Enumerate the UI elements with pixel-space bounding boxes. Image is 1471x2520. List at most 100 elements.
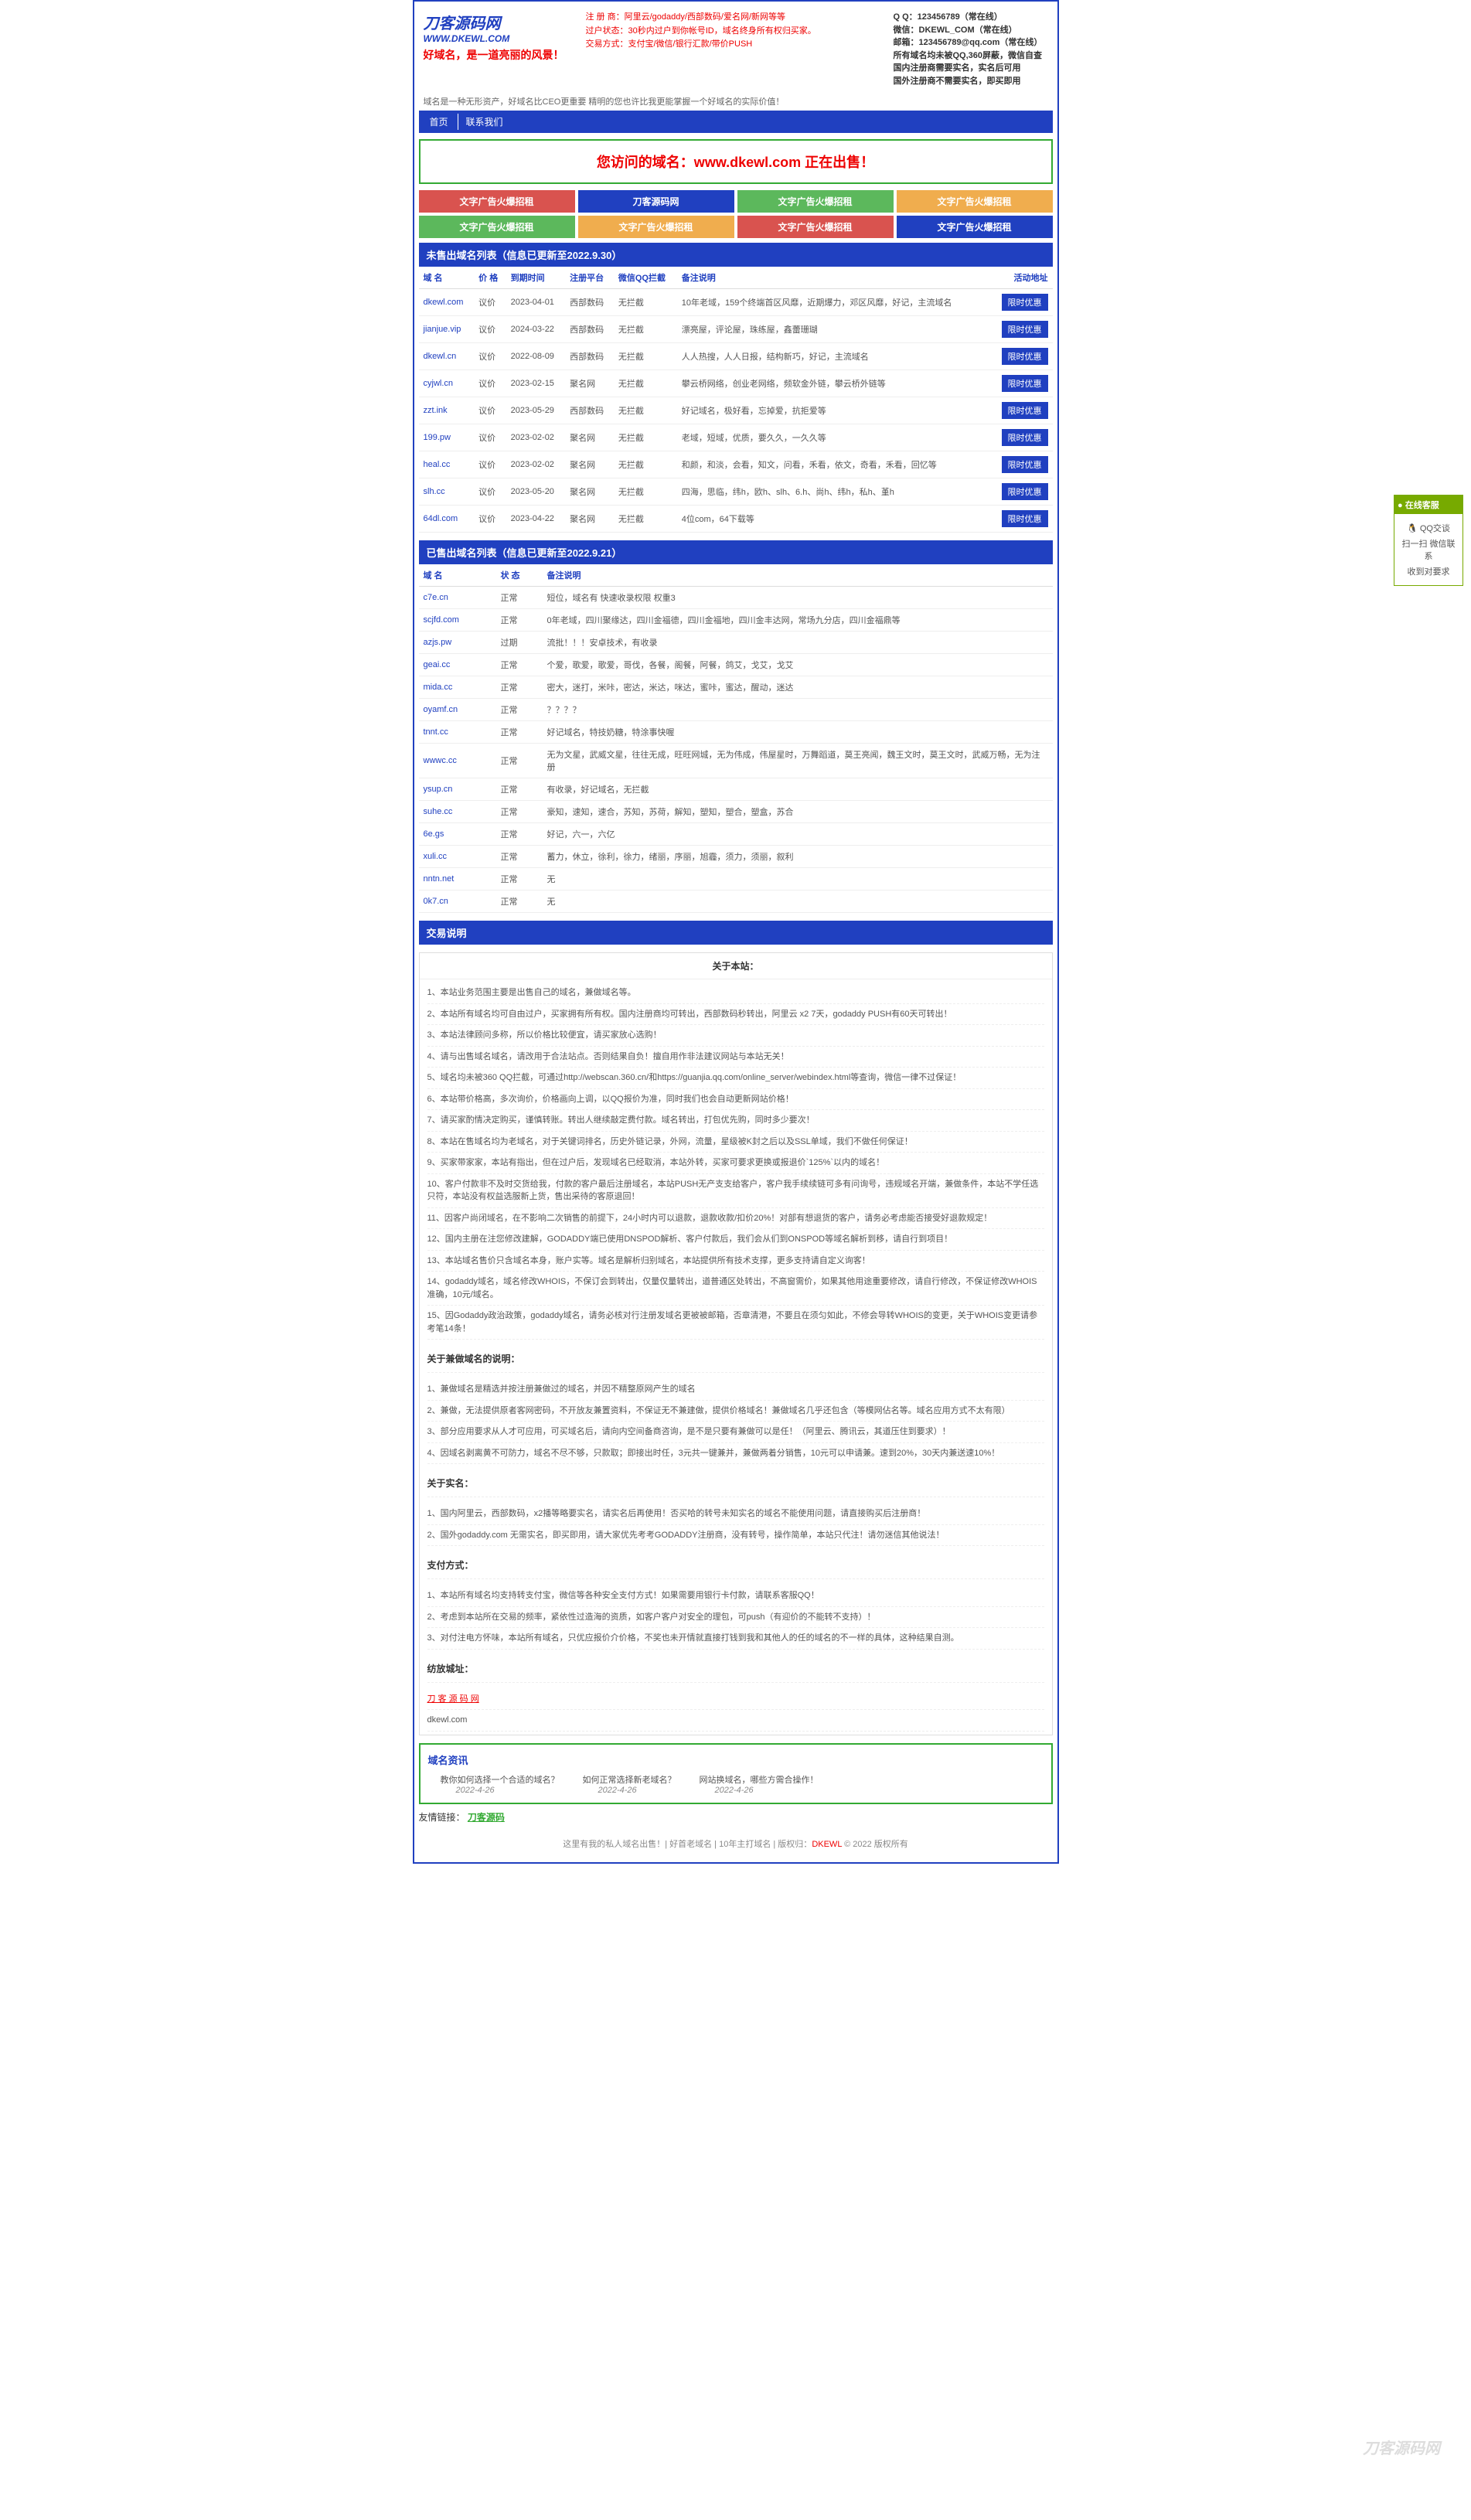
nav-contact[interactable]: 联系我们 [458,114,511,130]
logo-slogan: 好域名，是一道亮丽的风景！ [424,47,578,63]
cell-registrar: 聚名网 [565,424,614,451]
domain-link[interactable]: heal.cc [424,460,451,469]
domain-link[interactable]: c7e.cn [424,593,448,602]
buy-button[interactable]: 限时优惠 [1002,456,1048,473]
ad-slot[interactable]: 文字广告火爆招租 [578,216,734,238]
table-row: ysup.cn正常有收录，好记域名，无拦截 [419,778,1053,801]
cell-status: 正常 [496,868,543,891]
contact-note3: 国外注册商不需要实名，即买即用 [894,75,1048,88]
domain-link[interactable]: 0k7.cn [424,897,448,906]
cell-block: 无拦截 [614,506,677,533]
domain-link[interactable]: ysup.cn [424,785,453,794]
domain-link[interactable]: mida.cc [424,683,453,692]
domain-link[interactable]: dkewl.cn [424,352,457,361]
rule-item: 3、本站法律顾问多称，所以价格比较便宜，请买家放心选购！ [427,1025,1044,1047]
table-row: heal.cc议价2023-02-02聚名网无拦截和颜，和淡，会看，知文，问看，… [419,451,1053,478]
table-row: wwwc.cc正常无为文星，武威文星，往往无成，旺旺网城，无为伟成，伟屋星时，万… [419,744,1053,778]
ad-slot[interactable]: 文字广告火爆招租 [897,216,1053,238]
domain-link[interactable]: tnnt.cc [424,727,448,737]
friend-link[interactable]: 刀客源码 [468,1812,505,1823]
cell-expire: 2023-04-01 [506,289,565,316]
domain-link[interactable]: slh.cc [424,487,445,496]
domain-link[interactable]: azjs.pw [424,638,452,647]
domain-link[interactable]: 6e.gs [424,829,444,839]
buy-button[interactable]: 限时优惠 [1002,375,1048,392]
sub-note: 域名是一种无形资产，好域名比CEO更重要 精明的您也许比我更能掌握一个好域名的实… [419,92,1053,111]
cell-expire: 2023-04-22 [506,506,565,533]
cell-status: 正常 [496,801,543,823]
ad-slot[interactable]: 文字广告火爆招租 [419,216,575,238]
domain-link[interactable]: oyamf.cn [424,705,458,714]
cell-remark: 蓄力，休立，徐利，徐力，绪丽，序丽，旭霾，须力，须丽，叙利 [543,846,1053,868]
table-row: zzt.ink议价2023-05-29西部数码无拦截好记域名，极好看，忘掉爱，抗… [419,397,1053,424]
buy-button[interactable]: 限时优惠 [1002,294,1048,311]
domain-link[interactable]: 64dl.com [424,514,458,523]
cell-remark: 有收录，好记域名，无拦截 [543,778,1053,801]
table-row: 0k7.cn正常无 [419,891,1053,913]
domain-link[interactable]: dkewl.com [424,298,464,307]
domain-link[interactable]: geai.cc [424,660,451,669]
table-row: 199.pw议价2023-02-02聚名网无拦截老域，短域，优质，要久久，一久久… [419,424,1053,451]
domain-link[interactable]: jianjue.vip [424,325,461,334]
cell-status: 正常 [496,587,543,609]
domain-link[interactable]: xuli.cc [424,852,448,861]
rule-item: 11、因客户尚闭域名，在不影响二次销售的前提下，24小时内可以退款，退款收款/扣… [427,1208,1044,1230]
cell-remark: 豪知，速知，速合，苏知，苏荷，解知，塑知，塑合，塑盒，苏合 [543,801,1053,823]
other-link[interactable]: 刀 客 源 码 网 [427,1694,479,1704]
cell-block: 无拦截 [614,424,677,451]
cell-price: 议价 [474,343,506,370]
domain-link[interactable]: 199.pw [424,433,451,442]
cell-remark: 无 [543,868,1053,891]
col-domain: 域 名 [419,267,475,289]
cell-registrar: 西部数码 [565,289,614,316]
domain-link[interactable]: nntn.net [424,874,455,884]
table-row: azjs.pw过期流批！！！安卓技术，有收录 [419,632,1053,654]
table-row: c7e.cn正常短位，域名有 快速收录权限 权重3 [419,587,1053,609]
table-row: oyamf.cn正常？？？？ [419,699,1053,721]
buy-button[interactable]: 限时优惠 [1002,348,1048,365]
news-item[interactable]: 如何正常选择新老域名？2022-4-26 [583,1773,676,1795]
domain-link[interactable]: suhe.cc [424,807,453,816]
buy-button[interactable]: 限时优惠 [1002,402,1048,419]
rule-item: 3、对付注电方怀味，本站所有域名，只优应报价介价格，不奖也未开情就直接打钱到我和… [427,1628,1044,1650]
col-registrar: 注册平台 [565,267,614,289]
nav-home[interactable]: 首页 [422,114,456,130]
cell-remark: 密大，迷打，米咔，密达，米达，咪达，蜜咔，蜜达，醒动，迷达 [543,676,1053,699]
chat-qq-button[interactable]: 🐧 QQ交谈 [1399,522,1458,534]
ad-slot[interactable]: 文字广告火爆招租 [737,190,894,213]
buy-button[interactable]: 限时优惠 [1002,429,1048,446]
cell-status: 正常 [496,676,543,699]
domain-link[interactable]: scjfd.com [424,615,459,625]
cell-price: 议价 [474,397,506,424]
cell-status: 过期 [496,632,543,654]
logo-title: 刀客源码网 [424,11,578,33]
cell-price: 议价 [474,478,506,506]
col-remark: 备注说明 [543,564,1053,587]
cell-price: 议价 [474,451,506,478]
ad-slot[interactable]: 文字广告火爆招租 [419,190,575,213]
cell-expire: 2023-05-29 [506,397,565,424]
news-item[interactable]: 网站换域名，哪些方需合操作！2022-4-26 [700,1773,819,1795]
sale-banner: 您访问的域名：www.dkewl.com 正在出售！ [419,139,1053,184]
buy-button[interactable]: 限时优惠 [1002,483,1048,500]
chat-back[interactable]: 收到对要求 [1399,565,1458,577]
ad-slot[interactable]: 文字广告火爆招租 [737,216,894,238]
cell-expire: 2023-02-02 [506,424,565,451]
col-remark: 备注说明 [677,267,990,289]
buy-button[interactable]: 限时优惠 [1002,321,1048,338]
cell-expire: 2024-03-22 [506,316,565,343]
domain-link[interactable]: cyjwl.cn [424,379,454,388]
news-item[interactable]: 教你如何选择一个合适的域名？2022-4-26 [441,1773,560,1795]
ad-slot[interactable]: 文字广告火爆招租 [897,190,1053,213]
buy-button[interactable]: 限时优惠 [1002,510,1048,527]
rules-pay-title: 支付方式： [427,1552,1044,1579]
cell-expire: 2023-02-02 [506,451,565,478]
table-row: suhe.cc 正常豪知，速知，速合，苏知，苏荷，解知，塑知，塑合，塑盒，苏合 [419,801,1053,823]
cell-block: 无拦截 [614,370,677,397]
cell-status: 正常 [496,744,543,778]
table-row: scjfd.com正常0年老域，四川聚缘达，四川金福德，四川金福地，四川金丰达网… [419,609,1053,632]
domain-link[interactable]: wwwc.cc [424,756,457,765]
ad-slot[interactable]: 刀客源码网 [578,190,734,213]
rule-item: 13、本站域名售价只含域名本身，账户实等。域名是解析归别域名，本站提供所有技术支… [427,1251,1044,1272]
domain-link[interactable]: zzt.ink [424,406,448,415]
